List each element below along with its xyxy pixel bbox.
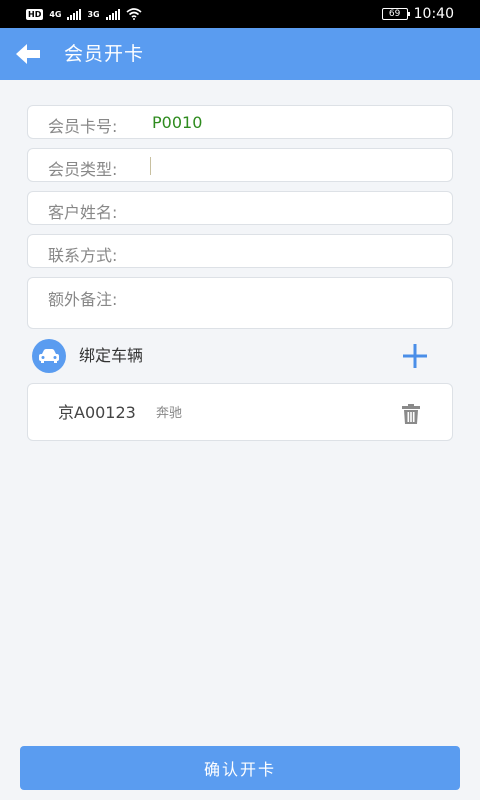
wifi-icon	[126, 8, 142, 20]
contact-field[interactable]: 联系方式:	[27, 234, 453, 268]
app-bar: 会员开卡	[0, 28, 480, 80]
remarks-field[interactable]: 额外备注:	[27, 277, 453, 329]
back-button[interactable]	[14, 40, 46, 68]
arrow-left-icon	[16, 44, 40, 64]
status-left: HD 4G 3G	[26, 0, 142, 28]
member-type-label: 会员类型:	[48, 160, 118, 179]
card-number-field[interactable]: 会员卡号: P0010	[27, 105, 453, 139]
confirm-open-card-button[interactable]: 确认开卡	[20, 746, 460, 790]
vehicle-brand: 奔驰	[156, 406, 183, 421]
customer-name-input[interactable]	[148, 198, 440, 220]
customer-name-field[interactable]: 客户姓名:	[27, 191, 453, 225]
status-bar: HD 4G 3G 69 10:40	[0, 0, 480, 28]
member-type-field[interactable]: 会员类型:	[27, 148, 453, 182]
bind-vehicle-section: 绑定车辆	[27, 336, 453, 376]
hd-indicator: HD	[26, 8, 44, 20]
vehicle-list-item: 京A00123 奔驰	[27, 383, 453, 441]
remarks-label: 额外备注:	[48, 290, 118, 309]
sim1-network-type: 4G	[49, 9, 62, 19]
delete-vehicle-button[interactable]	[400, 403, 422, 425]
remarks-input[interactable]	[148, 285, 440, 307]
plus-icon	[403, 344, 427, 368]
status-right: 69 10:40	[381, 0, 454, 28]
add-vehicle-button[interactable]	[401, 342, 429, 370]
sim1-signal-icon	[67, 8, 82, 20]
trash-icon	[402, 404, 420, 424]
contact-input[interactable]	[148, 241, 440, 263]
customer-name-label: 客户姓名:	[48, 203, 118, 222]
sim2-signal-icon	[105, 8, 120, 20]
clock: 10:40	[413, 6, 454, 22]
car-icon	[32, 339, 66, 373]
contact-label: 联系方式:	[48, 246, 118, 265]
card-number-label: 会员卡号:	[48, 117, 118, 136]
sim2-network-type: 3G	[87, 9, 100, 19]
bind-vehicle-label: 绑定车辆	[79, 346, 144, 365]
battery-icon: 69	[381, 8, 410, 20]
member-type-input[interactable]	[148, 155, 440, 177]
battery-level: 69	[388, 9, 401, 19]
page-title: 会员开卡	[64, 43, 145, 65]
vehicle-plate: 京A00123	[58, 403, 136, 422]
card-number-value: P0010	[152, 113, 203, 132]
